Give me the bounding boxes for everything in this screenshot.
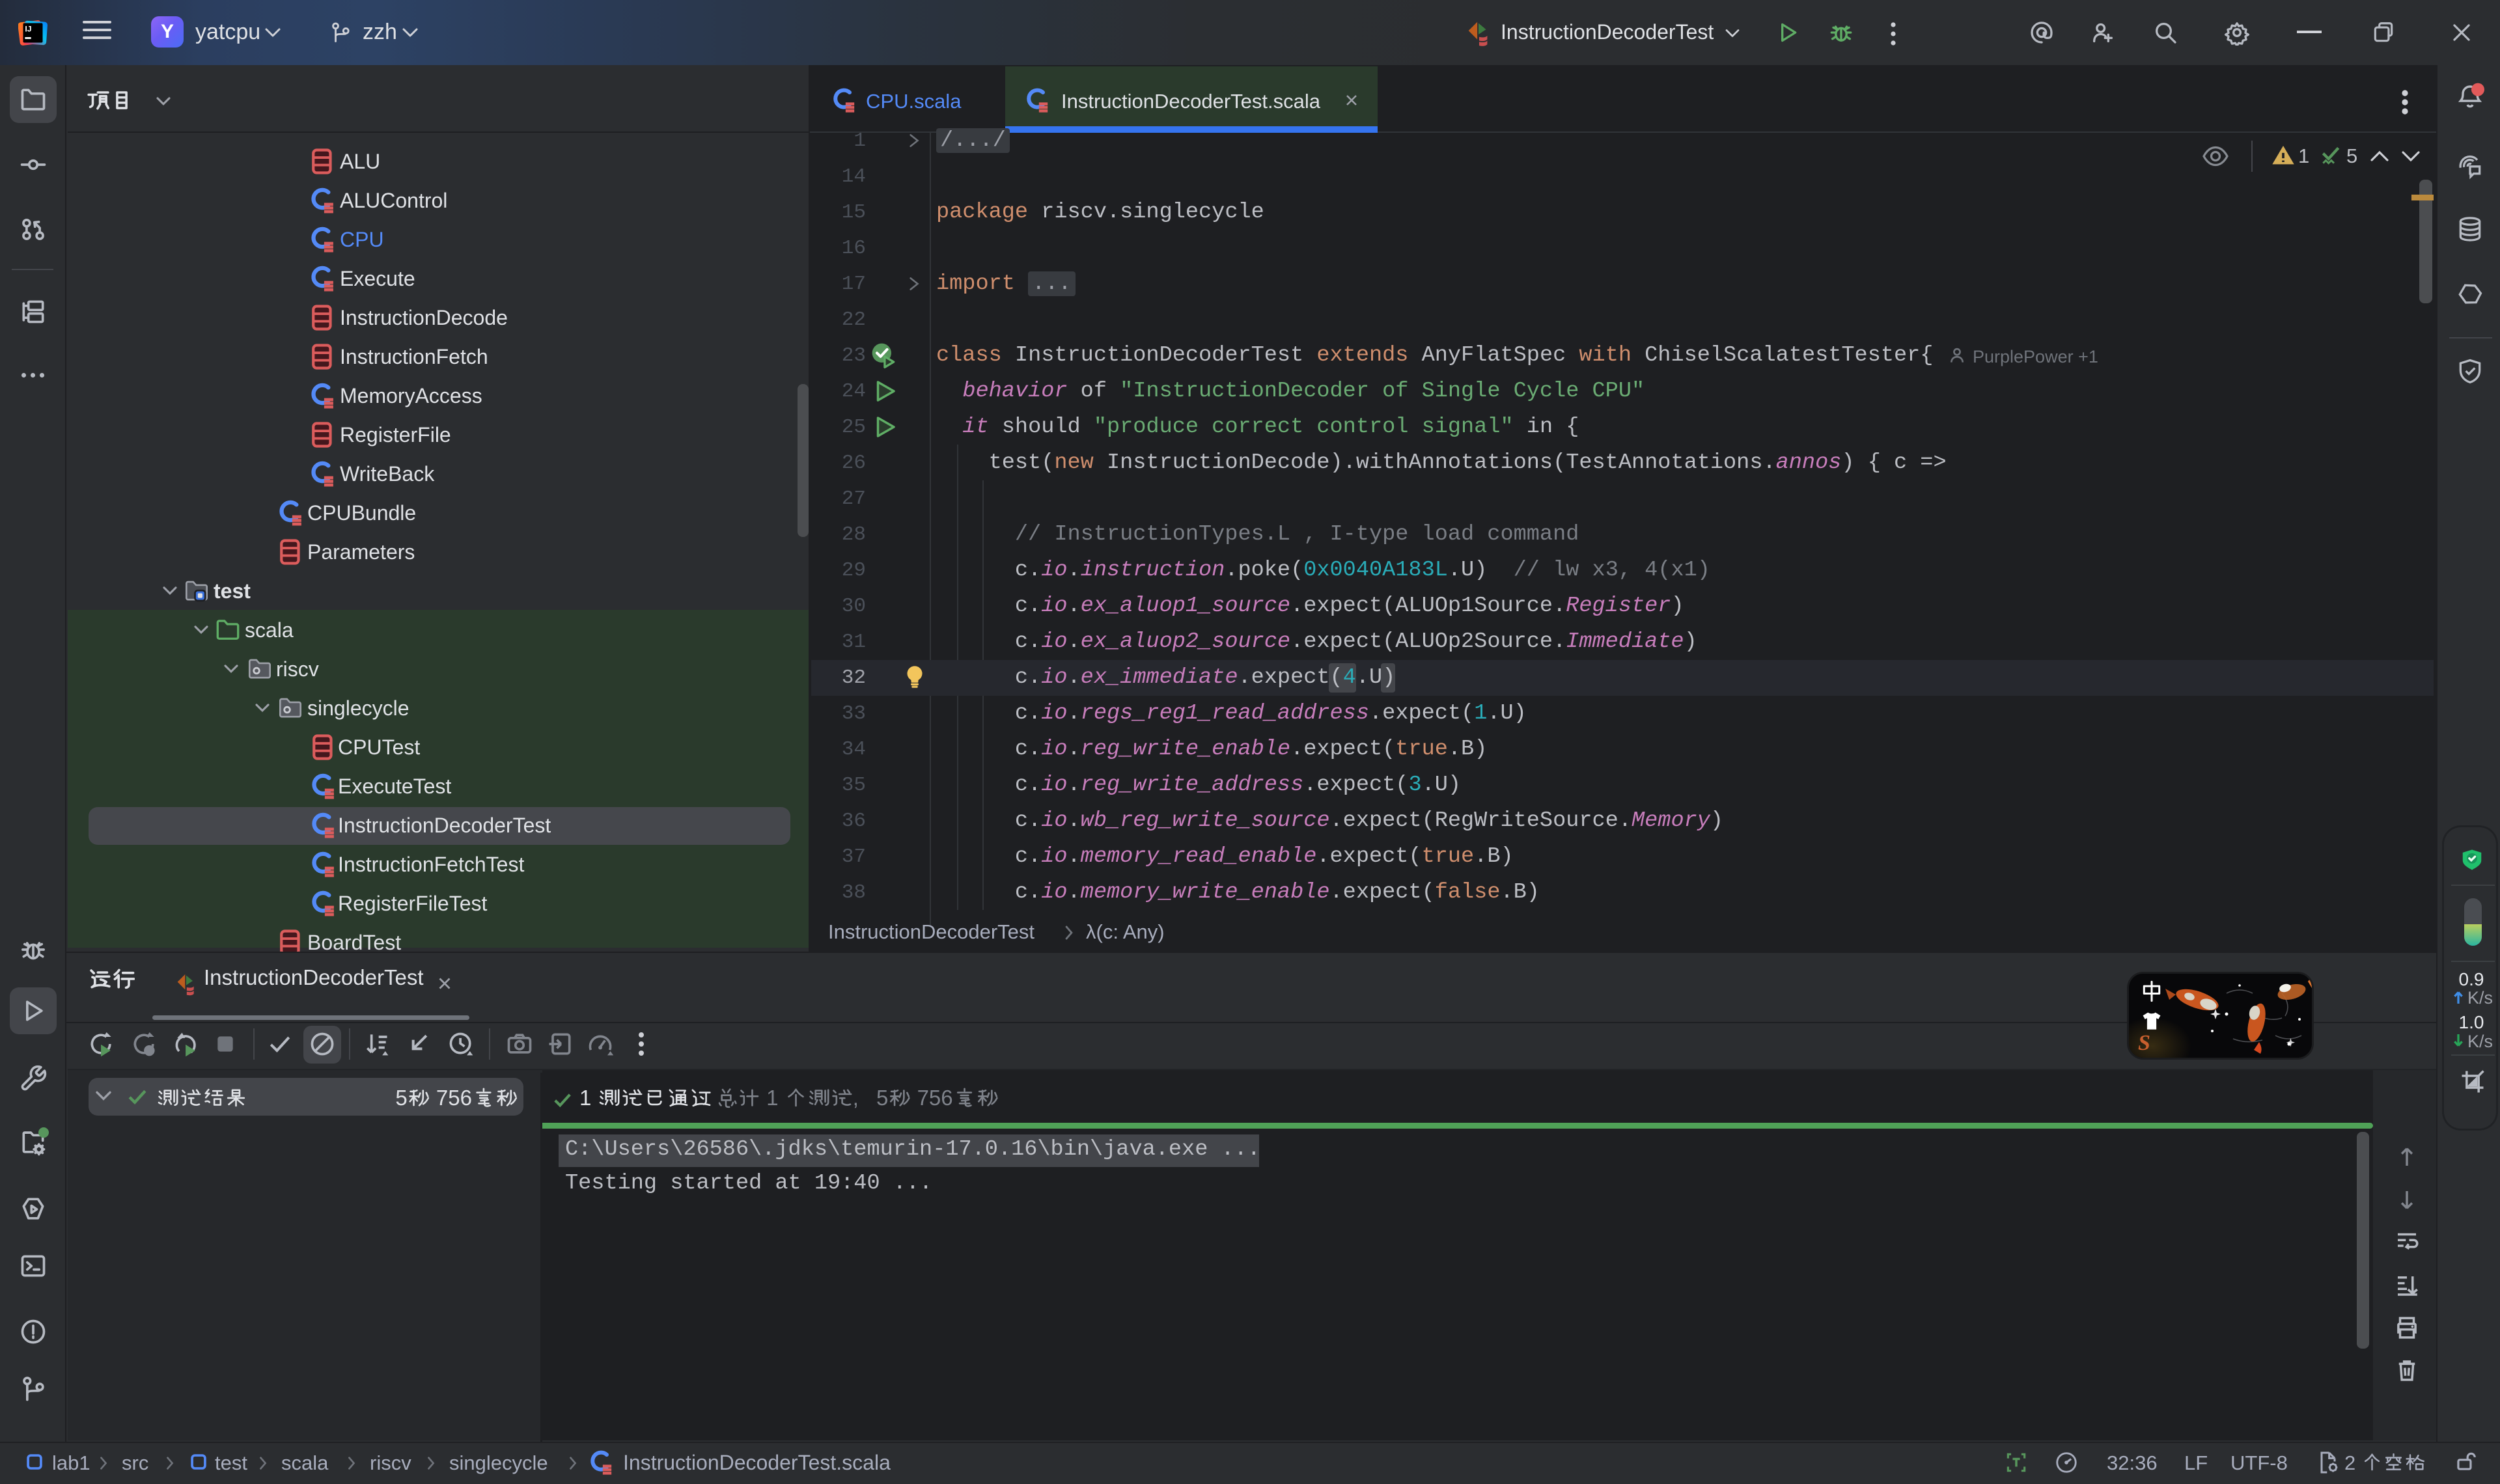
svg-text:IJ: IJ [25,25,31,34]
